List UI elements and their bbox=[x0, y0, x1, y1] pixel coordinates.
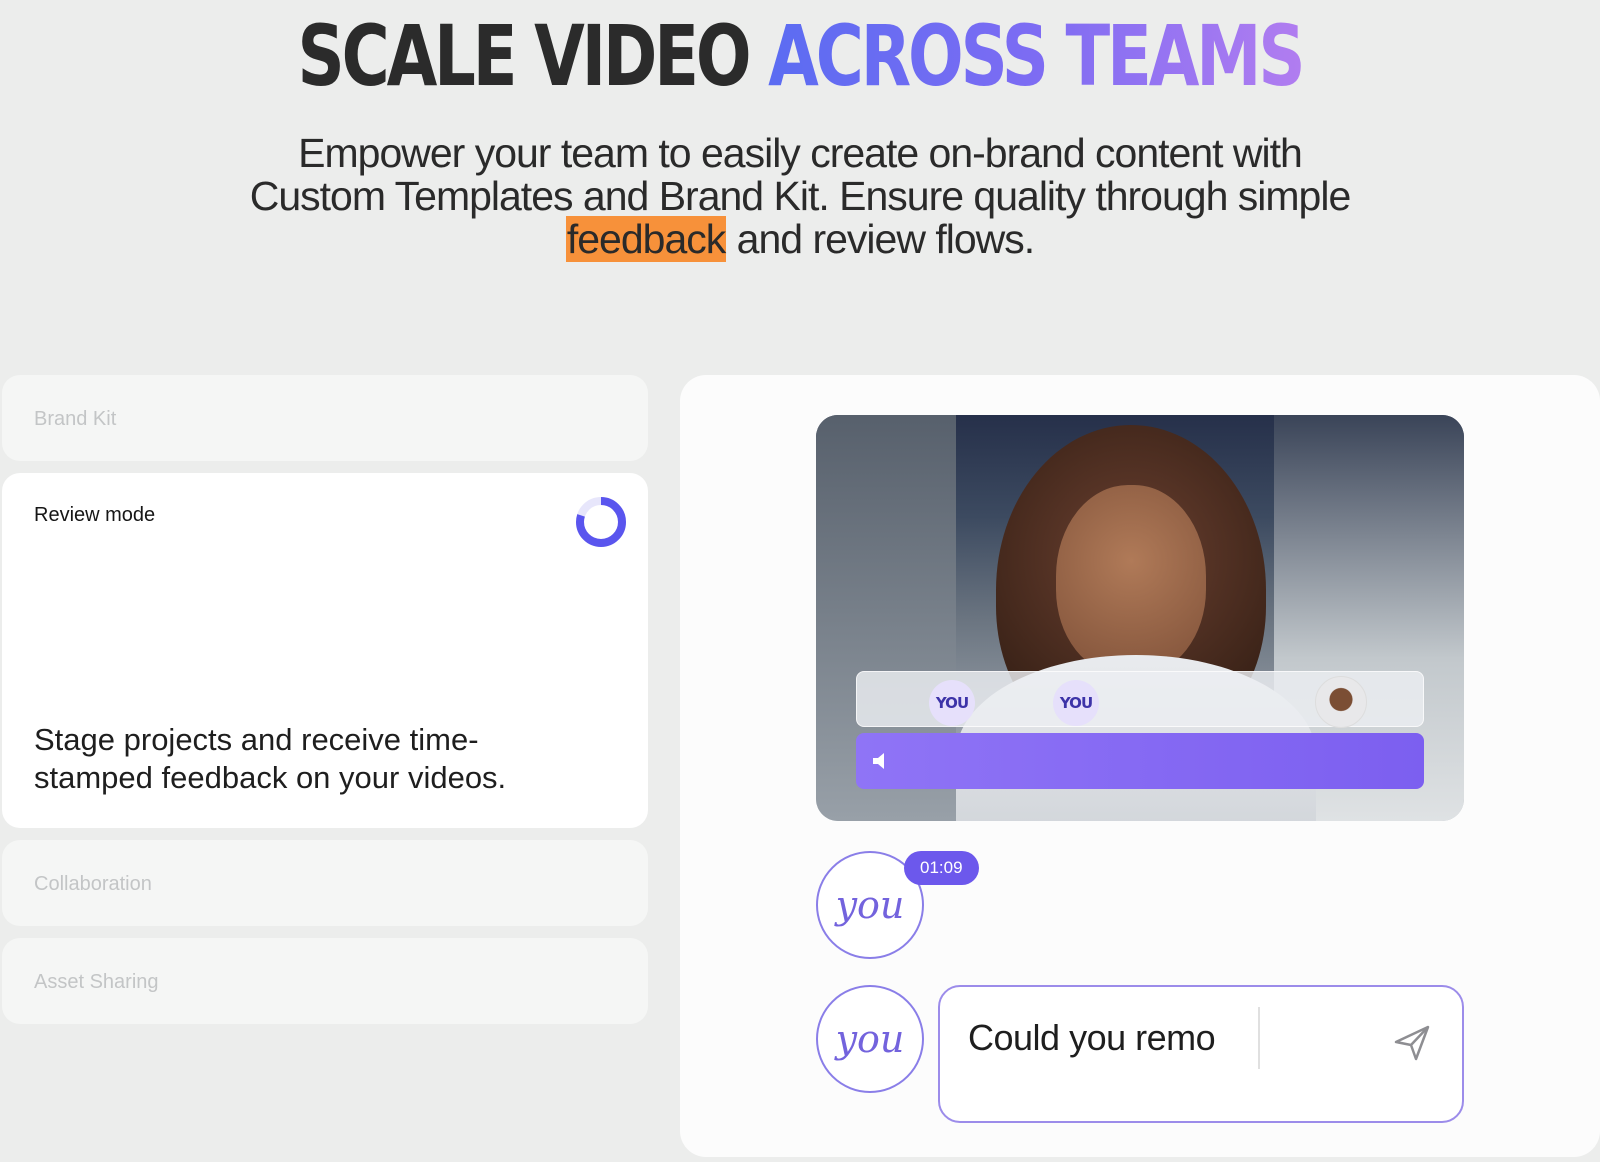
comment-input[interactable]: Could you remo bbox=[938, 985, 1464, 1123]
comment-input-text[interactable]: Could you remo bbox=[968, 1017, 1216, 1059]
send-icon[interactable] bbox=[1392, 1023, 1432, 1063]
hero-title-dark: SCALE VIDEO bbox=[297, 7, 752, 105]
video-thumbnail-avatar bbox=[1315, 676, 1367, 728]
feature-tab-review-mode[interactable]: Review mode Stage projects and receive t… bbox=[2, 473, 648, 828]
video-person-face bbox=[1056, 485, 1206, 675]
feature-tab-brand-kit[interactable]: Brand Kit bbox=[2, 375, 648, 461]
hero-title-accent: ACROSS TEAMS bbox=[768, 7, 1305, 105]
comment-timeline[interactable]: YOU YOU bbox=[856, 671, 1424, 728]
feature-tab-collaboration[interactable]: Collaboration bbox=[2, 840, 648, 926]
timeline-comment-marker[interactable]: YOU bbox=[1053, 680, 1099, 726]
feature-tab-label: Asset Sharing bbox=[34, 971, 159, 993]
feature-tab-asset-sharing[interactable]: Asset Sharing bbox=[2, 938, 648, 1024]
progress-ring-icon bbox=[576, 497, 626, 547]
comment-timestamp-badge[interactable]: 01:09 bbox=[904, 851, 979, 885]
feature-tab-label: Review mode bbox=[34, 504, 156, 526]
review-demo-panel: YOU YOU you 01:09 you Could you remo bbox=[680, 375, 1600, 1157]
subtitle-highlight: feedback bbox=[565, 216, 726, 262]
speaker-icon[interactable] bbox=[870, 749, 894, 773]
subtitle-line-3-end: and review flows. bbox=[726, 216, 1035, 262]
subtitle-line-1: Empower your team to easily create on-br… bbox=[298, 130, 1303, 176]
text-cursor bbox=[1258, 1007, 1260, 1069]
audio-track-bar[interactable] bbox=[856, 733, 1424, 789]
subtitle-line-3: feedback and review flows. bbox=[200, 216, 1400, 262]
hero-title: SCALE VIDEO ACROSS TEAMS bbox=[176, 6, 1424, 106]
subtitle-line-2: Custom Templates and Brand Kit. Ensure q… bbox=[249, 173, 1352, 219]
hero-subtitle: Empower your team to easily create on-br… bbox=[200, 130, 1400, 262]
user-avatar: you bbox=[816, 985, 924, 1093]
timeline-comment-marker[interactable]: YOU bbox=[929, 680, 975, 726]
feature-description: Stage projects and receive time-stamped … bbox=[34, 722, 507, 795]
feature-tab-label: Collaboration bbox=[34, 873, 152, 895]
video-player[interactable]: YOU YOU bbox=[816, 415, 1464, 821]
feature-tab-label: Brand Kit bbox=[34, 408, 117, 430]
